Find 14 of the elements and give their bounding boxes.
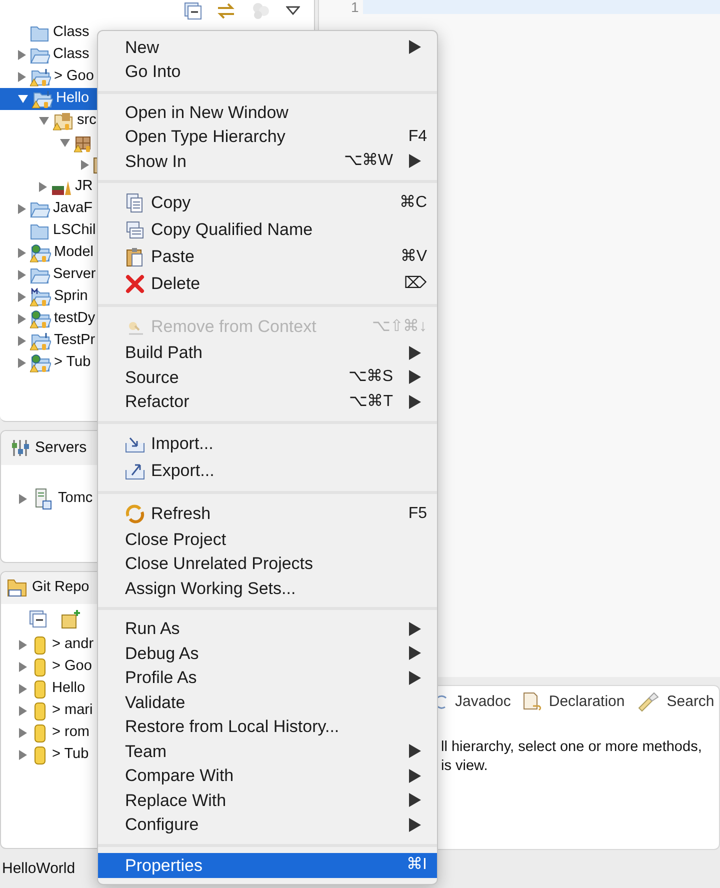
shortcut-label: ⌦ [404,274,427,294]
shortcut-label: ⌥⌘W [344,151,393,172]
line-number: 1 [351,0,360,14]
shortcut-label: ⌘I [406,855,427,876]
shortcut-label: ⌥⌘T [349,392,393,412]
help-text: is view. [441,757,489,776]
shortcut-label: F4 [408,126,427,147]
help-text: ll hierarchy, select one or more methods, [441,738,703,757]
shortcut-label: ⌘C [399,193,427,213]
shortcut-label: ⌥⇧⌘↓ [372,317,427,337]
status-text: HelloWorld [2,858,76,879]
shortcut-label: ⌥⌘S [348,367,393,388]
shortcut-label: ⌘V [400,247,427,267]
shortcut-label: F5 [408,504,427,524]
